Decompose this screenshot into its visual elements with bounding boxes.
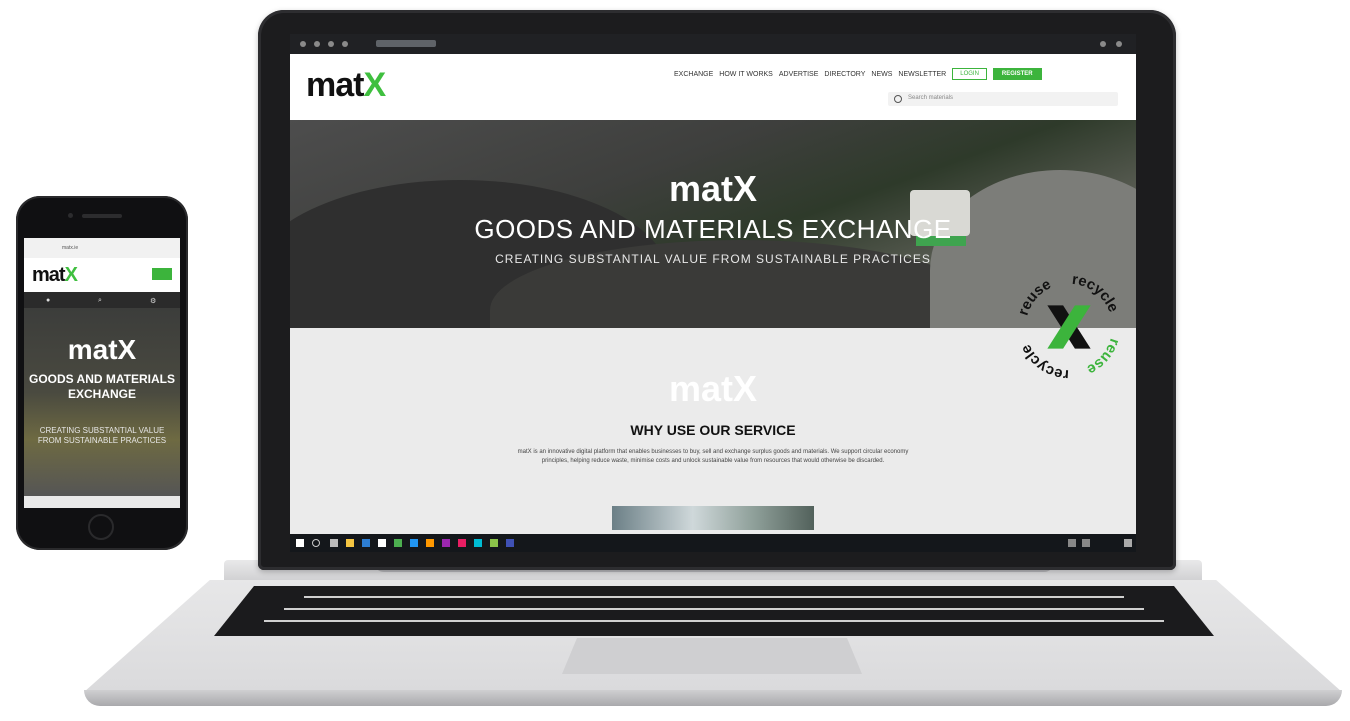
refresh-icon[interactable] [328,41,334,47]
nav-directory[interactable]: DIRECTORY [824,71,865,78]
nav-newsletter[interactable]: NEWSLETTER [898,71,946,78]
phone-speaker [82,214,122,218]
hero-logo: matX [668,168,758,209]
badge-word-reuse-bottom: reuse [1084,337,1122,378]
address-bar[interactable] [376,40,436,47]
search-placeholder: Search materials [908,95,954,101]
search-icon[interactable] [312,539,320,547]
extension-icon[interactable] [1100,41,1106,47]
app-icon[interactable] [474,539,482,547]
login-button[interactable]: LOGIN [952,68,987,80]
phone-address-bar[interactable]: matx.ie [24,238,180,258]
nav-how-it-works[interactable]: HOW IT WORKS [719,71,773,78]
register-button[interactable]: REGISTER [992,68,1042,80]
phone-hero: matX GOODS AND MATERIALS EXCHANGE CREATI… [24,308,180,496]
forward-icon[interactable] [314,41,320,47]
phone-hero-subtitle: CREATING SUBSTANTIAL VALUE FROM SUSTAINA… [37,426,167,445]
search-icon [894,95,902,103]
app-icon[interactable] [394,539,402,547]
network-icon[interactable] [1068,539,1076,547]
phone-icon-bar: ● ⌕ ⚙ [24,292,180,308]
laptop-trackpad [562,638,862,674]
laptop-base [84,560,1342,710]
nav-exchange[interactable]: EXCHANGE [674,71,713,78]
phone-logo[interactable]: matX [32,264,78,287]
folder-icon[interactable] [346,539,354,547]
home-icon[interactable] [342,41,348,47]
nav-news[interactable]: NEWS [871,71,892,78]
phone-url: matx.ie [62,245,79,251]
settings-icon[interactable]: ⚙ [150,297,156,305]
app-icon[interactable] [506,539,514,547]
x-mark-icon [1047,305,1091,349]
back-icon[interactable] [300,41,306,47]
site-header: matX EXCHANGE HOW IT WORKS ADVERTISE DIR… [290,54,1136,120]
logo-x: X [363,66,386,104]
phone-home-button[interactable] [88,514,114,540]
phone-menu-button[interactable] [152,268,172,280]
phone: matx.ie matX ● ⌕ ⚙ matX GOODS AND MATERI… [16,196,188,550]
hero-title: GOODS AND MATERIALS EXCHANGE [474,214,952,244]
os-taskbar [290,534,1136,552]
phone-screen: matx.ie matX ● ⌕ ⚙ matX GOODS AND MATERI… [24,238,180,508]
browser-toolbar [290,34,1136,54]
start-icon[interactable] [296,539,304,547]
volume-icon[interactable] [1082,539,1090,547]
app-icon[interactable] [490,539,498,547]
phone-hero-logo: matX [67,334,137,365]
nav-advertise[interactable]: ADVERTISE [779,71,819,78]
section-title: WHY USE OUR SERVICE [630,422,796,438]
phone-camera [68,213,73,218]
search-icon[interactable]: ⌕ [98,297,102,305]
badge-word-reuse-top: reuse [1016,277,1054,318]
laptop-base-edge [84,690,1342,706]
app-icon[interactable] [458,539,466,547]
phone-header: matX [24,258,180,292]
main-nav: EXCHANGE HOW IT WORKS ADVERTISE DIRECTOR… [674,68,1042,80]
search-input[interactable]: Search materials [888,92,1118,106]
section-body: matX is an innovative digital platform t… [517,449,909,464]
phone-hero-title: GOODS AND MATERIALS EXCHANGE [29,372,175,401]
recycle-badge: reuse recycle reuse recycle [1016,272,1123,383]
user-icon[interactable]: ● [46,297,50,304]
phone-bottom-bar [24,496,180,508]
menu-icon[interactable] [1116,41,1122,47]
hero-subtitle: CREATING SUBSTANTIAL VALUE FROM SUSTAINA… [495,252,931,266]
notification-icon[interactable] [1124,539,1132,547]
logo-text: mat [306,66,364,104]
app-icon[interactable] [410,539,418,547]
app-icon[interactable] [426,539,434,547]
mail-icon[interactable] [362,539,370,547]
app-icon[interactable] [442,539,450,547]
task-view-icon[interactable] [330,539,338,547]
laptop-keyboard [214,586,1214,636]
site-logo[interactable]: matX [306,66,386,105]
store-icon[interactable] [378,539,386,547]
section-image [612,506,814,530]
